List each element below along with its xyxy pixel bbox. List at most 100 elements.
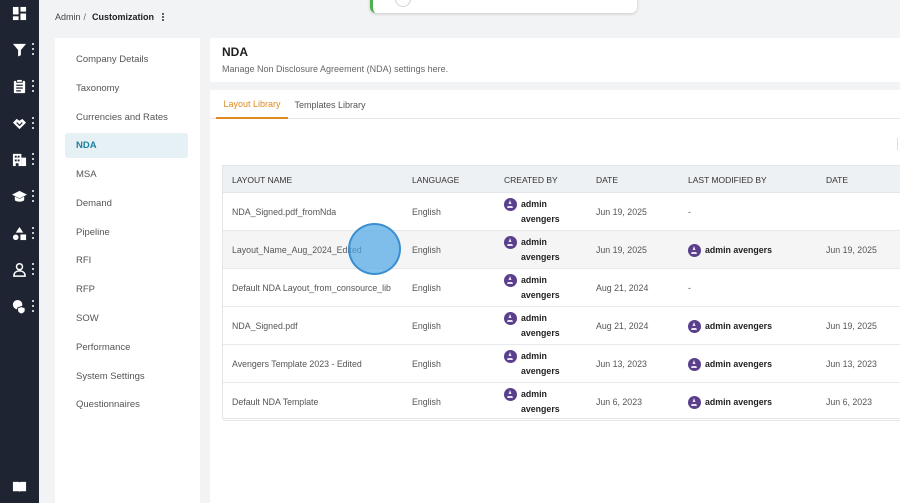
menu-dots-icon[interactable] [32,263,35,275]
sidebar-item-system-settings[interactable]: System Settings [65,364,188,389]
menu-dots-icon[interactable] [32,153,35,165]
modified-by-cell: - [688,283,691,293]
user-shield-icon [12,299,26,314]
user-chip: admin avengers [688,395,772,409]
language-cell: English [412,359,441,369]
sidebar-item-sow[interactable]: SOW [65,306,188,331]
created-by-cell: admin avengers [504,193,560,231]
menu-dots-icon[interactable] [32,80,35,92]
user-chip: admin avengers [504,235,560,265]
rail-item-handshake[interactable] [0,111,39,135]
sidebar-item-demand[interactable]: Demand [65,191,188,216]
modified-by-cell: admin avengers [688,345,772,383]
created-by-cell: admin avengers [504,231,560,269]
created-by-cell: admin avengers [504,307,560,345]
tab-layout-library[interactable]: Layout Library [216,90,288,119]
sidebar-item-nda[interactable]: NDA [65,133,188,158]
modified-by-cell: admin avengers [688,307,772,345]
rail-item-book[interactable] [0,474,39,498]
table-row[interactable]: Avengers Template 2023 - Edited English … [223,345,900,383]
rail-item-filter[interactable] [0,37,39,61]
rail-item-user-shield[interactable] [0,294,39,318]
layout-name-cell[interactable]: Layout_Name_Aug_2024_Edited [232,231,362,269]
table-row[interactable]: NDA_Signed.pdf English admin avengers Aug… [223,307,900,345]
layout-name-cell[interactable]: Default NDA Template [232,383,318,421]
table-row[interactable]: Layout_Name_Aug_2024_Edited English admi… [223,231,900,269]
sidebar-item-taxonomy[interactable]: Taxonomy [65,76,188,101]
modified-date-cell: Jun 13, 2023 [826,359,877,369]
user-name: admin avengers [705,245,772,255]
modified-by-cell: - [688,207,691,217]
page-header: NDA Manage Non Disclosure Agreement (NDA… [210,38,900,82]
sidebar-item-rfi[interactable]: RFI [65,248,188,273]
filter-icon [12,43,27,57]
user-last-name: avengers [521,290,560,300]
layout-name-cell[interactable]: Default NDA Layout_from_consource_lib [232,269,391,307]
language-cell: English [412,397,441,407]
sidebar-item-msa[interactable]: MSA [65,162,188,187]
clipboard-icon [13,78,26,93]
menu-dots-icon[interactable] [32,300,35,312]
rail-item-dashboard[interactable] [0,1,39,25]
rail-item-user[interactable] [0,257,39,281]
breadcrumb-separator: / [83,12,87,22]
avatar [504,236,517,249]
column-header-modified-date[interactable]: DATE [826,166,848,193]
layout-name-cell[interactable]: NDA_Signed.pdf_fromNda [232,193,336,231]
menu-dots-icon[interactable] [32,227,35,239]
avatar [688,319,701,333]
date-cell: Jun 19, 2025 [596,207,647,217]
book-icon [12,481,27,492]
column-header-date[interactable]: DATE [596,166,618,193]
table-row[interactable]: Default NDA Layout_from_consource_lib En… [223,269,900,307]
avatar [504,274,517,287]
shapes-icon [12,226,27,240]
sidebar-item-performance[interactable]: Performance [65,335,188,360]
breadcrumb-root[interactable]: Admin [55,12,81,22]
tab-templates-library[interactable]: Templates Library [290,90,370,119]
created-by-cell: admin avengers [504,269,560,307]
menu-dots-icon[interactable] [32,117,35,129]
column-header-layout-name[interactable]: LAYOUT NAME [232,166,292,193]
table-row[interactable]: NDA_Signed.pdf_fromNda English admin aven… [223,193,900,231]
sidebar-item-questionnaires[interactable]: Questionnaires [65,392,188,417]
date-cell: Jun 19, 2025 [596,245,647,255]
column-header-language[interactable]: LANGUAGE [412,166,459,193]
breadcrumb-more-icon[interactable] [162,13,165,21]
column-header-last-modified-by[interactable]: LAST MODIFIED BY [688,166,767,193]
menu-dots-icon[interactable] [32,43,35,55]
table-row[interactable]: Default NDA Template English admin avenge… [223,383,900,421]
user-chip: admin avengers [688,357,772,371]
user-last-name: avengers [521,252,560,262]
user-last-name: avengers [521,404,560,414]
handshake-icon [12,118,27,129]
modified-by-cell: admin avengers [688,383,772,421]
user-chip: admin avengers [504,197,560,227]
rail-item-clipboard[interactable] [0,74,39,98]
sidebar-item-company-details[interactable]: Company Details [65,47,188,72]
sidebar-item-currencies[interactable]: Currencies and Rates [65,105,188,130]
language-cell: English [412,321,441,331]
column-header-created-by[interactable]: CREATED BY [504,166,558,193]
layout-name-cell[interactable]: Avengers Template 2023 - Edited [232,345,362,383]
sidebar-item-rfp[interactable]: RFP [65,277,188,302]
layout-table: LAYOUT NAME LANGUAGE CREATED BY DATE LAS… [222,165,900,421]
language-cell: English [412,207,441,217]
user-last-name: avengers [521,328,560,338]
rail-item-education[interactable] [0,184,39,208]
avatar [504,312,517,325]
sidebar-item-pipeline[interactable]: Pipeline [65,220,188,245]
customization-sidebar: Company Details Taxonomy Currencies and … [55,38,200,503]
rail-item-building[interactable] [0,147,39,171]
user-chip: admin avengers [504,273,560,303]
avatar [504,198,517,211]
user-name: admin avengers [705,321,772,331]
avatar [504,350,517,363]
toast-notification [370,0,637,13]
rail-item-shapes[interactable] [0,221,39,245]
menu-dots-icon[interactable] [32,190,35,202]
icon-rail [0,0,39,503]
language-cell: English [412,283,441,293]
layout-name-cell[interactable]: NDA_Signed.pdf [232,307,298,345]
avatar [688,243,701,257]
